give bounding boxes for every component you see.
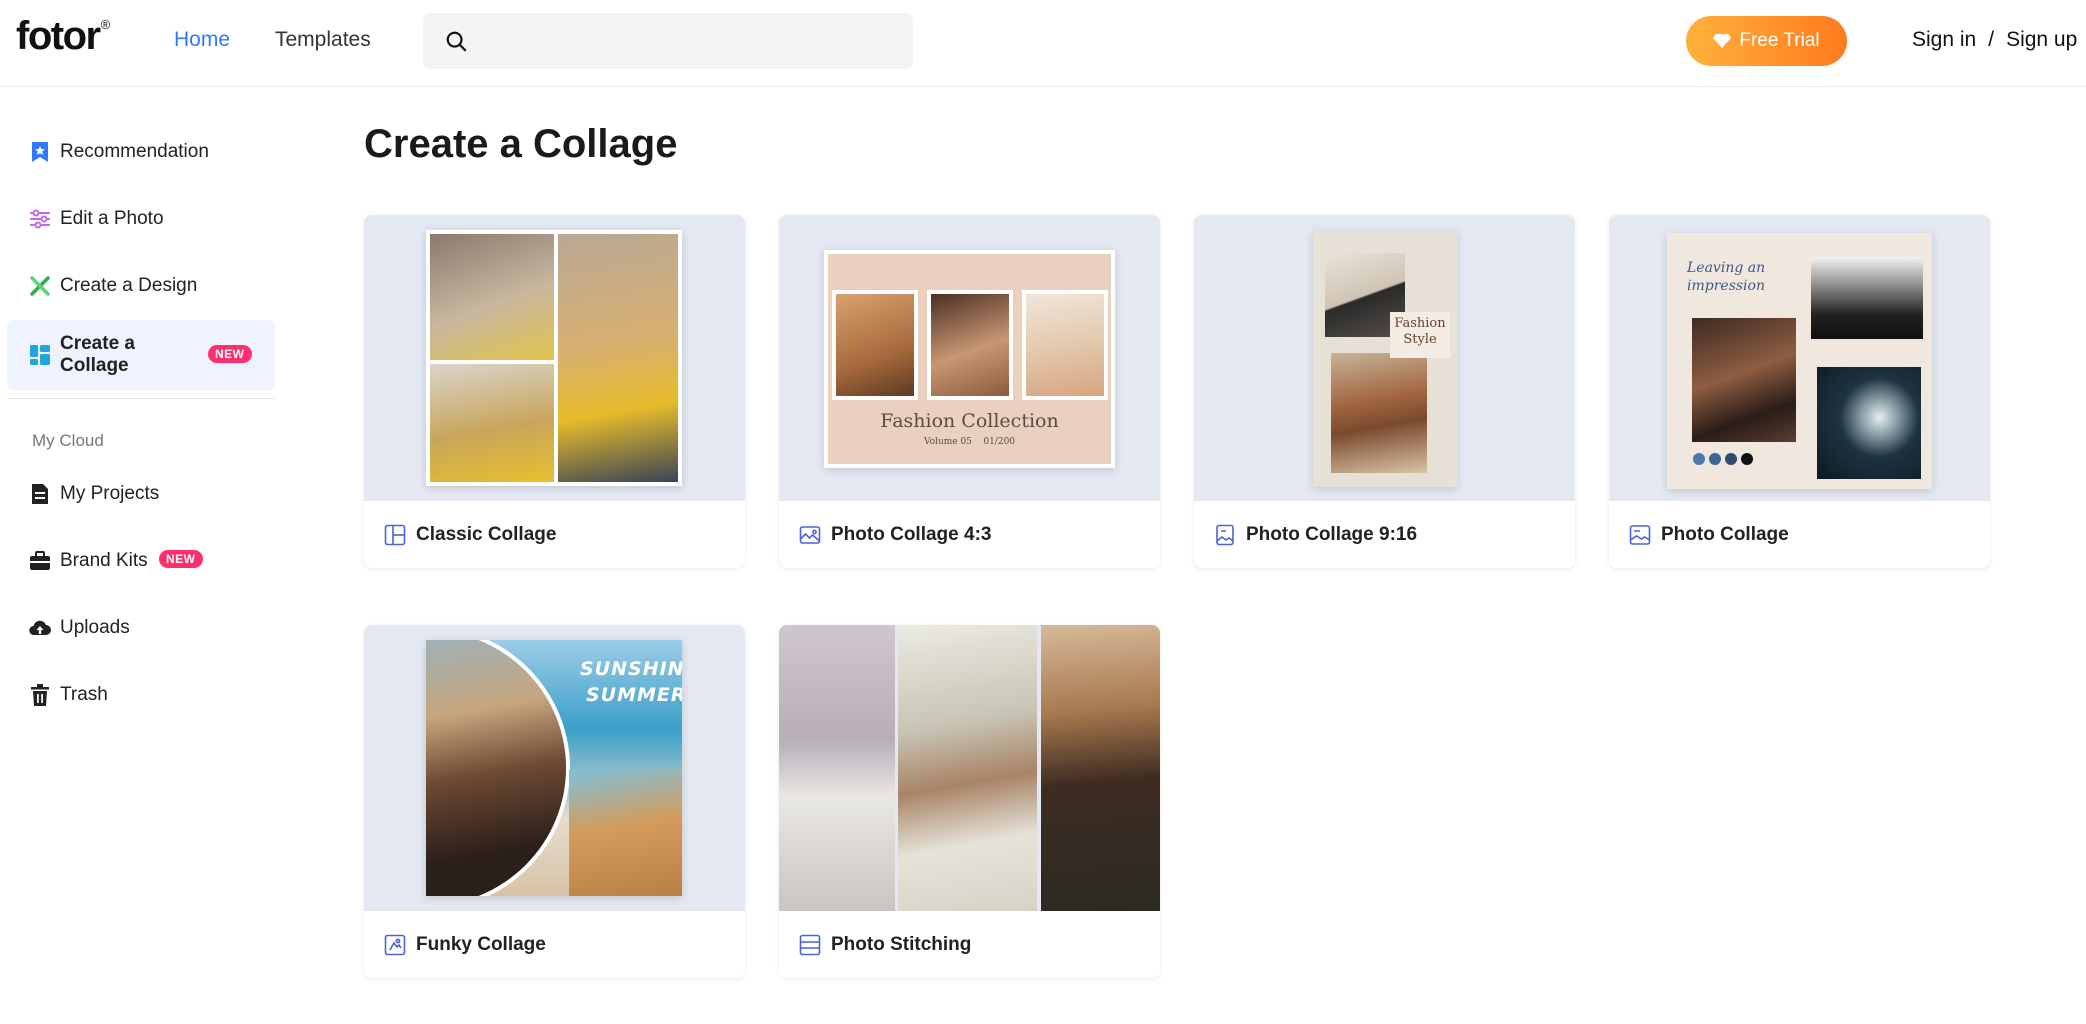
search-icon <box>446 31 467 52</box>
card-footer: Photo Stitching <box>779 911 1160 978</box>
sidebar-item-label: My Projects <box>60 483 160 504</box>
layout-grid-icon <box>384 524 406 545</box>
template-card-photo-stitching[interactable]: Photo Stitching <box>779 625 1160 978</box>
thumb-text-fashion-collection: Fashion Collection <box>880 410 1059 432</box>
image-portrait-icon <box>1216 524 1234 545</box>
card-footer: Photo Collage 9:16 <box>1194 501 1575 568</box>
cloud-upload-icon <box>29 617 51 639</box>
thumb-text-style: Style <box>1403 332 1437 347</box>
briefcase-icon <box>29 550 51 572</box>
sidebar-item-label: Brand Kits <box>60 550 148 571</box>
card-footer: Funky Collage <box>364 911 745 978</box>
nav-templates[interactable]: Templates <box>275 28 371 52</box>
sidebar-divider <box>7 398 275 399</box>
sidebar-item-label: Recommendation <box>60 141 209 162</box>
template-card-classic-collage[interactable]: Classic Collage <box>364 215 745 568</box>
page-title: Create a Collage <box>364 122 678 166</box>
card-title: Photo Collage 9:16 <box>1246 523 1418 545</box>
diamond-icon <box>1713 34 1732 48</box>
search-input[interactable] <box>423 13 913 69</box>
sidebar-item-label: Create a Design <box>60 275 198 296</box>
free-trial-label: Free Trial <box>1739 30 1820 51</box>
new-badge: NEW <box>208 345 252 363</box>
sidebar-item-label: Create a Collage <box>60 333 135 376</box>
sidebar-item-create-collage[interactable]: Create a Collage NEW <box>7 320 275 390</box>
trash-icon <box>29 684 51 706</box>
auth-separator: / <box>1988 28 1995 51</box>
template-card-funky-collage[interactable]: SUNSHINE SUMMER Funky Collage <box>364 625 745 978</box>
sidebar-item-uploads[interactable]: Uploads <box>7 597 275 659</box>
sign-up-link[interactable]: Sign up <box>2006 28 2077 52</box>
sidebar-item-recommendation[interactable]: Recommendation <box>7 121 275 183</box>
template-card-photo-collage[interactable]: Leaving an impression Photo Collage <box>1609 215 1990 568</box>
free-trial-button[interactable]: Free Trial <box>1686 16 1847 66</box>
photo-collage-4-3-thumbnail: Fashion Collection Volume 05 01/200 <box>779 215 1160 501</box>
registered-mark: ® <box>100 16 111 32</box>
card-title: Photo Collage 4:3 <box>831 523 992 545</box>
design-tools-icon <box>29 275 51 297</box>
auth-links: Sign in / Sign up <box>1912 28 2077 52</box>
card-title: Classic Collage <box>416 523 557 545</box>
image-landscape-icon <box>799 525 821 544</box>
sidebar-item-create-design[interactable]: Create a Design <box>7 255 275 317</box>
sidebar-item-label: Uploads <box>60 617 130 638</box>
bookmark-star-icon <box>29 141 51 163</box>
sidebar-item-my-projects[interactable]: My Projects <box>7 463 275 525</box>
document-icon <box>29 483 51 505</box>
thumb-text-summer: SUMMER <box>586 684 682 706</box>
thumb-text-sunshine: SUNSHINE <box>580 658 682 680</box>
thumb-text-fashion: Fashion <box>1394 316 1446 331</box>
card-footer: Photo Collage <box>1609 501 1990 568</box>
photo-collage-9-16-thumbnail: Fashion Style <box>1194 215 1575 501</box>
funky-collage-thumbnail: SUNSHINE SUMMER <box>364 625 745 911</box>
template-card-photo-collage-4-3[interactable]: Fashion Collection Volume 05 01/200 Phot… <box>779 215 1160 568</box>
nav-home[interactable]: Home <box>174 28 230 52</box>
template-card-photo-collage-9-16[interactable]: Fashion Style Photo Collage 9:16 <box>1194 215 1575 568</box>
image-square-icon <box>1629 524 1651 545</box>
classic-collage-thumbnail <box>364 215 745 501</box>
sidebar-item-trash[interactable]: Trash <box>7 664 275 726</box>
card-title: Photo Stitching <box>831 933 972 955</box>
new-badge: NEW <box>159 550 203 568</box>
sidebar-item-edit-photo[interactable]: Edit a Photo <box>7 188 275 250</box>
sidebar-item-label: Edit a Photo <box>60 208 164 229</box>
stitch-rows-icon <box>799 934 821 955</box>
my-cloud-heading: My Cloud <box>32 431 104 450</box>
sign-in-link[interactable]: Sign in <box>1912 28 1976 52</box>
collage-grid-icon <box>29 344 51 366</box>
sidebar-item-label: Trash <box>60 684 108 705</box>
fotor-logo[interactable]: fotor® <box>16 14 110 59</box>
sidebar-item-brand-kits[interactable]: Brand Kits NEW <box>7 530 275 592</box>
thumb-text-impression: impression <box>1687 278 1765 294</box>
top-header: fotor® Home Templates Free Trial Sign in… <box>0 0 2086 87</box>
card-title: Funky Collage <box>416 933 546 955</box>
sidebar: Recommendation Edit a Photo Create a Des… <box>0 87 280 1024</box>
thumb-text-leaving-an: Leaving an <box>1687 260 1766 276</box>
card-title: Photo Collage <box>1661 523 1789 545</box>
thumb-text-volume: Volume 05 01/200 <box>923 437 1016 447</box>
sliders-icon <box>29 208 51 230</box>
photo-stitching-thumbnail <box>779 625 1160 911</box>
photo-collage-thumbnail: Leaving an impression <box>1609 215 1990 501</box>
card-footer: Photo Collage 4:3 <box>779 501 1160 568</box>
card-footer: Classic Collage <box>364 501 745 568</box>
funky-layout-icon <box>384 934 406 955</box>
